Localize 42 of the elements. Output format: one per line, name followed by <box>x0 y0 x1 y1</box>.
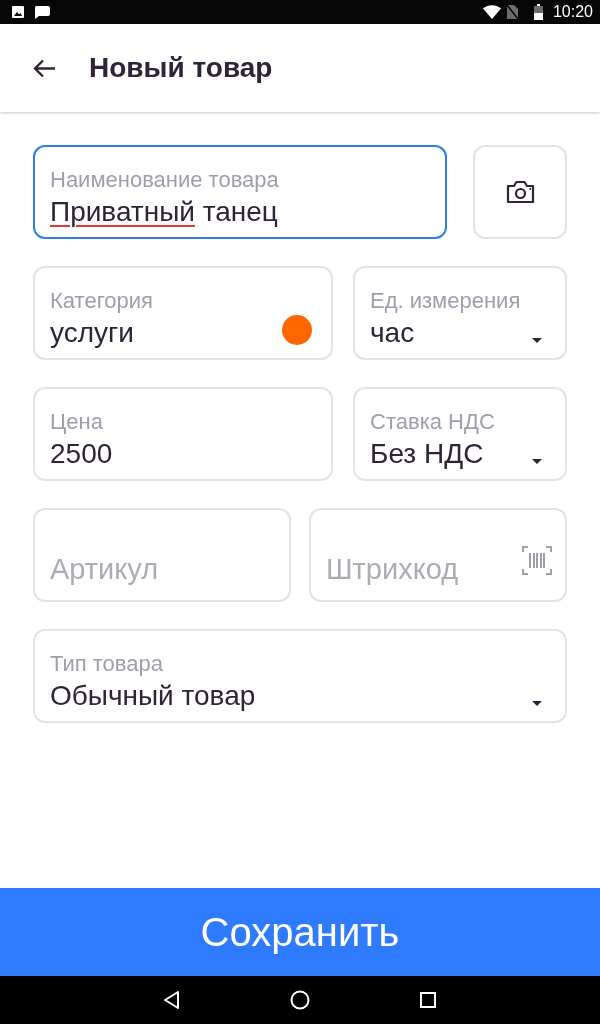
dropdown-field[interactable]: Ед. измерения час <box>353 266 567 360</box>
dropdown-field[interactable]: Тип товара Обычный товар <box>33 629 567 723</box>
field-value: час <box>370 316 415 350</box>
camera-icon <box>505 180 535 204</box>
home-button[interactable] <box>290 990 310 1010</box>
caret-icon <box>532 700 542 706</box>
back-button[interactable] <box>33 58 56 78</box>
field-label: Ед. измерения <box>370 288 521 314</box>
image-icon <box>12 6 24 18</box>
field-value: услуги <box>50 316 134 350</box>
text-field[interactable]: Цена 2500 <box>33 387 333 481</box>
field-value: Обычный товар <box>50 679 256 713</box>
caret-icon <box>532 337 542 343</box>
field-value: Без НДС <box>370 437 484 471</box>
nav-back-button[interactable] <box>162 990 182 1010</box>
back-triangle-icon <box>162 990 182 1010</box>
caret-icon <box>532 458 542 464</box>
field-value: Приватный танец <box>50 195 278 229</box>
field-label: Наименование товара <box>50 167 279 193</box>
field-label: Категория <box>50 288 153 314</box>
no-sim-icon <box>506 5 518 19</box>
back-arrow-icon <box>33 58 56 78</box>
text-field[interactable]: Наименование товара Приватный танец <box>33 145 447 239</box>
dropdown-field[interactable]: Ставка НДС Без НДС <box>353 387 567 481</box>
screen-title: Новый товар <box>89 51 273 85</box>
battery-icon <box>533 4 543 20</box>
camera-button[interactable] <box>473 145 567 239</box>
placeholder-text: Артикул <box>50 552 159 586</box>
home-circle-icon <box>290 990 310 1010</box>
save-button[interactable]: Сохранить <box>0 888 600 976</box>
field-label: Ставка НДС <box>370 409 495 435</box>
placeholder-text: Штрихкод <box>326 552 459 586</box>
field-label: Тип товара <box>50 651 163 677</box>
field-value: 2500 <box>50 437 113 471</box>
barcode-icon <box>522 546 552 575</box>
recents-square-icon <box>418 990 438 1010</box>
recents-button[interactable] <box>418 990 438 1010</box>
wifi-icon <box>482 5 501 19</box>
clock-time: 10:20 <box>552 2 593 22</box>
text-field[interactable]: Категория услуги <box>33 266 333 360</box>
message-icon <box>34 5 50 19</box>
field-label: Цена <box>50 409 103 435</box>
